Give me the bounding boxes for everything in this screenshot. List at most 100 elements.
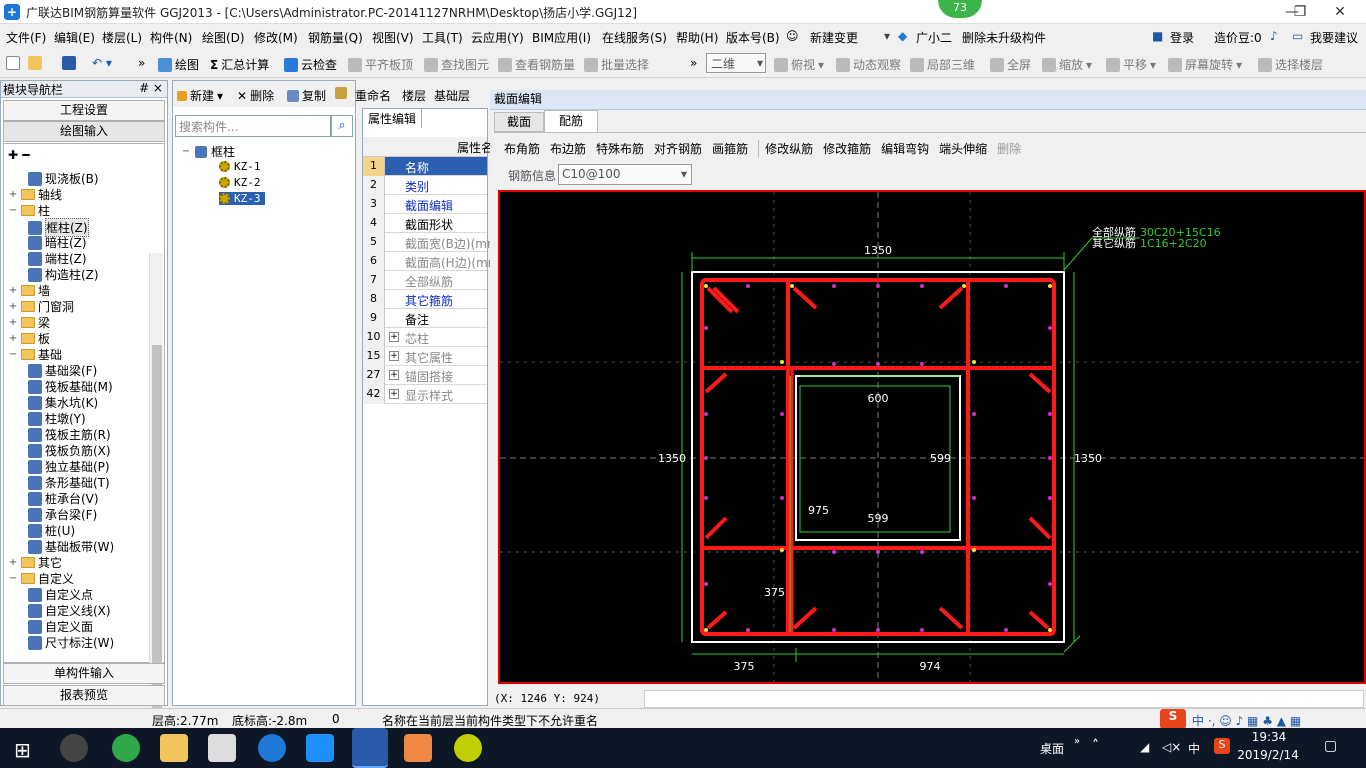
expand-icon[interactable]: + [389,351,399,361]
view-mode-select[interactable]: 二维 ▾ [706,53,766,73]
sogou-ime-icon[interactable]: S [1160,709,1186,729]
draw-button[interactable]: 绘图 [158,56,199,73]
menu-view[interactable]: 视图(V) [372,29,414,46]
property-row[interactable]: 2 类别 [363,176,487,195]
suggest-button[interactable]: 我要建议 [1310,29,1358,46]
tree-root-framecol[interactable]: − 框柱 [181,143,235,160]
draw-input-button[interactable]: 绘图输入 [3,121,165,142]
tree-item[interactable]: 尺寸标注(W) [28,634,114,651]
collapse-icon[interactable]: − [8,205,18,216]
tree-item[interactable]: − 柱 [8,202,50,219]
tree-item[interactable]: 构造柱(Z) [28,266,99,283]
delete-component-button[interactable]: ✕ 删除 [237,87,274,104]
property-row[interactable]: 4 截面形状 [363,214,487,233]
collapse-icon[interactable]: − [8,349,18,360]
tree-item[interactable]: 承台梁(F) [28,506,97,523]
tree-item[interactable]: − 自定义 [8,570,74,587]
select-floor-button[interactable]: 选择楼层 [1258,56,1323,73]
menu-online[interactable]: 在线服务(S) [602,29,667,46]
tree-item[interactable]: 条形基础(T) [28,474,110,491]
menu-modify[interactable]: 修改(M) [254,29,298,46]
tree-item[interactable]: + 墙 [8,282,50,299]
menu-new-change[interactable]: 新建变更 [810,29,858,46]
tree-item[interactable]: 桩承台(V) [28,490,99,507]
rename-component-button[interactable] [335,87,347,99]
section-tool-button[interactable]: 布角筋 [504,140,540,158]
tree-item[interactable]: + 轴线 [8,186,62,203]
top-view-button[interactable]: 俯视 ▾ [774,56,824,73]
ime-toolbar-icons[interactable]: 中 ·, ☺ ♪ ▦ ♣ ▲ ▦ [1192,712,1301,729]
search-input[interactable]: 搜索构件... [175,115,331,137]
rebar-info-select[interactable]: C10@100 ▾ [558,164,692,185]
expand-icon[interactable]: + [8,285,18,296]
overflow-icon[interactable]: » [138,56,145,70]
pan-button[interactable]: 平移 ▾ [1106,56,1156,73]
tree-item[interactable]: + 其它 [8,554,62,571]
property-row[interactable]: 7 全部纵筋 [363,271,487,290]
tree-item[interactable]: + 门窗洞 [8,298,74,315]
expand-icon[interactable]: + [389,389,399,399]
new-file-icon[interactable] [6,56,20,70]
property-row[interactable]: 15 + 其它属性 [363,347,487,366]
menu-tools[interactable]: 工具(T) [422,29,463,46]
collapse-icon[interactable]: − [181,146,191,157]
rename-label[interactable]: 重命名 [355,87,391,104]
collapse-icon[interactable]: − [8,573,18,584]
mail-icon[interactable] [208,734,236,762]
tree-item[interactable]: 现浇板(B) [28,170,99,187]
property-row[interactable]: 10 + 芯柱 [363,328,487,347]
menu-component[interactable]: 构件(N) [150,29,192,46]
login-button[interactable]: 登录 [1170,29,1194,46]
overflow-icon-2[interactable]: » [690,56,697,70]
tree-item[interactable]: 独立基础(P) [28,458,110,475]
tab-property-edit[interactable]: 属性编辑 [362,108,422,128]
align-top-button[interactable]: 平齐板顶 [348,56,413,73]
view-rebar-button[interactable]: 查看钢筋量 [498,56,575,73]
maximize-button[interactable]: ❐ [1280,2,1320,22]
section-tool-button[interactable]: 编辑弯钩 [881,140,929,158]
tree-item[interactable]: 自定义点 [28,586,93,603]
property-row[interactable]: 5 截面宽(B边)(mm) [363,233,503,252]
single-input-button[interactable]: 单构件输入 [3,663,165,684]
tree-item[interactable]: 筏板负筋(X) [28,442,111,459]
expand-icon[interactable]: + [389,370,399,380]
browser-icon[interactable] [60,734,88,762]
local-3d-button[interactable]: 局部三维 [910,56,975,73]
glodon-icon[interactable] [306,734,334,762]
tab-rebar[interactable]: 配筋 [544,110,598,132]
tree-item[interactable]: 桩(U) [28,522,75,539]
section-drawing[interactable]: 1350 1350 1350 600 599 599 975 375 375 9… [500,192,1364,682]
expand-icon[interactable]: + [8,301,18,312]
app-icon-multicolor[interactable] [404,734,432,762]
report-preview-button[interactable]: 报表预览 [3,685,165,706]
section-tool-button[interactable]: 对齐钢筋 [654,140,702,158]
property-row[interactable]: 42 + 显示样式 [363,385,487,404]
nav-pin-close[interactable]: # × [139,81,163,95]
windows-start-icon[interactable]: ⊞ [14,738,31,762]
chevron-icon[interactable]: » [1074,736,1080,747]
tree-item[interactable]: 筏板基础(M) [28,378,113,395]
expand-icon[interactable]: + [389,332,399,342]
section-tool-button[interactable]: 删除 [997,140,1021,158]
project-settings-button[interactable]: 工程设置 [3,100,165,121]
tree-item[interactable]: 基础梁(F) [28,362,97,379]
new-component-button[interactable]: 新建 ▾ [177,87,223,104]
notification-center-icon[interactable]: ▢ [1324,738,1337,754]
zoom-button[interactable]: 缩放 ▾ [1042,56,1092,73]
property-row[interactable]: 3 截面编辑 [363,195,487,214]
menu-draw[interactable]: 绘图(D) [202,29,245,46]
dyn-observe-button[interactable]: 动态观察 [836,56,901,73]
list-item-kz2[interactable]: KZ-2 [219,176,261,189]
property-row[interactable]: 8 其它箍筋 [363,290,487,309]
fullscreen-button[interactable]: 全屏 [990,56,1031,73]
tree-item[interactable]: − 基础 [8,346,62,363]
tab-section[interactable]: 截面 [494,112,544,132]
batch-select-button[interactable]: 批量选择 [584,56,649,73]
menu-file[interactable]: 文件(F) [6,29,46,46]
menu-version[interactable]: 版本号(B) [726,29,780,46]
copy-component-button[interactable]: 复制 [287,87,326,104]
tree-item[interactable]: 筏板主筋(R) [28,426,111,443]
open-folder-icon[interactable] [28,56,42,70]
chevron-down-icon[interactable]: ▾ [884,29,890,43]
property-row[interactable]: 27 + 锚固搭接 [363,366,487,385]
